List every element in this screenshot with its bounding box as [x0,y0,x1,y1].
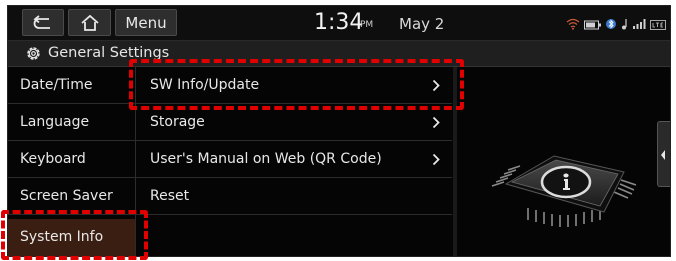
music-note-icon [620,15,628,34]
list-item-users-manual-qr[interactable]: User's Manual on Web (QR Code) [136,141,452,178]
lte-icon [650,15,666,34]
chevron-left-icon [661,150,665,160]
clock-time: 1:34 [314,10,364,35]
sidebar-item-keyboard[interactable]: Keyboard [8,141,135,178]
back-button[interactable] [22,9,64,36]
home-icon [80,14,99,31]
highlight-sw-info-update [129,59,464,110]
sidebar-item-date-time[interactable]: Date/Time [8,67,135,104]
list-item-label: User's Manual on Web (QR Code) [150,151,382,167]
side-panel-tab[interactable] [657,121,670,187]
list-item-label: Storage [150,114,205,130]
battery-icon [584,15,602,34]
menu-button[interactable]: Menu [115,9,177,36]
date-display: May 2 [399,15,445,33]
bluetooth-icon [606,15,616,34]
clock-ampm: PM [360,20,374,30]
signal-icon [632,15,646,34]
top-bar: Menu 1:34 PM May 2 [8,6,670,41]
highlight-system-info [1,210,148,260]
sidebar-item-language[interactable]: Language [8,104,135,141]
gear-icon [25,45,42,66]
home-button[interactable] [68,9,111,36]
chevron-right-icon [432,153,440,166]
chevron-right-icon [432,116,440,129]
back-icon [33,14,50,29]
status-icons [566,15,666,34]
list-item-reset[interactable]: Reset [136,178,452,215]
list-item-label: Reset [150,188,190,204]
wifi-icon [566,15,580,34]
info-chip-icon [484,142,644,238]
